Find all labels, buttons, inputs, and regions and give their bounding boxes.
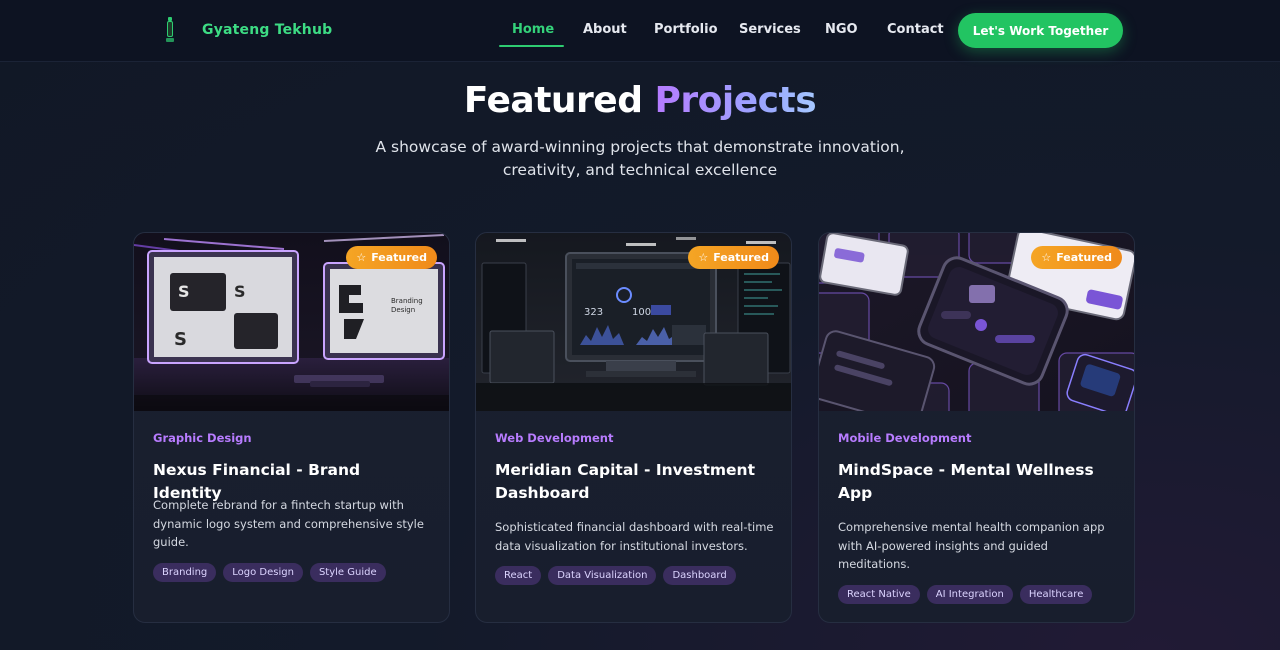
svg-text:S: S: [178, 282, 190, 301]
image-label-branding: Branding: [391, 297, 423, 305]
tag: Healthcare: [1019, 585, 1093, 604]
brand-name: Gyateng Tekhub: [202, 22, 333, 38]
active-nav-underline: [499, 45, 564, 47]
nav-link-services[interactable]: Services: [739, 22, 801, 37]
project-title[interactable]: MindSpace - Mental Wellness App: [838, 459, 1118, 505]
nav-link-about[interactable]: About: [583, 22, 627, 37]
tag: Dashboard: [663, 566, 736, 585]
section-subtitle: A showcase of award-winning projects tha…: [375, 138, 905, 179]
project-title[interactable]: Meridian Capital - Investment Dashboard: [495, 459, 775, 505]
project-card-nexus[interactable]: S S S Branding Design ☆ Featured Graphic…: [133, 232, 450, 623]
section-title-accent: Projects: [654, 80, 817, 121]
project-category: Graphic Design: [153, 431, 252, 445]
tower-logo-icon: [164, 17, 176, 43]
tag: Style Guide: [309, 563, 386, 582]
project-image-branding: S S S Branding Design ☆ Featured: [134, 233, 449, 411]
top-navbar: Gyateng Tekhub Home About Portfolio Serv…: [0, 0, 1280, 62]
svg-text:S: S: [174, 329, 187, 350]
project-description: Sophisticated financial dashboard with r…: [495, 520, 774, 553]
svg-text:S: S: [234, 282, 246, 301]
tag: React Native: [838, 585, 920, 604]
tag: React: [495, 566, 542, 585]
brand[interactable]: Gyateng Tekhub: [164, 14, 332, 46]
star-icon: ☆: [698, 251, 709, 264]
tag: AI Integration: [926, 585, 1013, 604]
project-tags: React Data Visualization Dashboard: [495, 566, 736, 585]
project-image-dashboard: 323 100 ☆ Featured: [476, 233, 791, 411]
project-description: Comprehensive mental health companion ap…: [838, 520, 1105, 571]
featured-badge-label: Featured: [713, 251, 769, 264]
section-title: Featured Projects: [0, 80, 1280, 121]
star-icon: ☆: [1041, 251, 1052, 264]
nav-link-home[interactable]: Home: [512, 22, 554, 37]
tag: Branding: [153, 563, 217, 582]
featured-badge: ☆ Featured: [346, 246, 437, 269]
nav-link-ngo[interactable]: NGO: [825, 22, 858, 37]
featured-badge: ☆ Featured: [1031, 246, 1122, 269]
lets-work-together-button[interactable]: Let's Work Together: [958, 13, 1123, 48]
project-tags: React Native AI Integration Healthcare: [838, 585, 1093, 604]
featured-badge: ☆ Featured: [688, 246, 779, 269]
featured-badge-label: Featured: [1056, 251, 1112, 264]
project-category: Mobile Development: [838, 431, 972, 445]
project-card-meridian[interactable]: 323 100 ☆ Featured Web Development Merid…: [475, 232, 792, 623]
tag: Data Visualization: [548, 566, 657, 585]
featured-badge-label: Featured: [371, 251, 427, 264]
section-title-main: Featured: [463, 80, 643, 121]
image-stat-100: 100: [632, 307, 651, 318]
project-tags: Branding Logo Design Style Guide: [153, 563, 386, 582]
project-description: Complete rebrand for a fintech startup w…: [153, 498, 424, 549]
project-card-mindspace[interactable]: ☆ Featured Mobile Development MindSpace …: [818, 232, 1135, 623]
project-image-mobile: ☆ Featured: [819, 233, 1134, 411]
nav-link-portfolio[interactable]: Portfolio: [654, 22, 718, 37]
nav-link-contact[interactable]: Contact: [887, 22, 944, 37]
project-category: Web Development: [495, 431, 614, 445]
image-stat-323: 323: [584, 307, 603, 318]
tag: Logo Design: [223, 563, 303, 582]
image-label-design: Design: [391, 306, 415, 314]
star-icon: ☆: [356, 251, 367, 264]
